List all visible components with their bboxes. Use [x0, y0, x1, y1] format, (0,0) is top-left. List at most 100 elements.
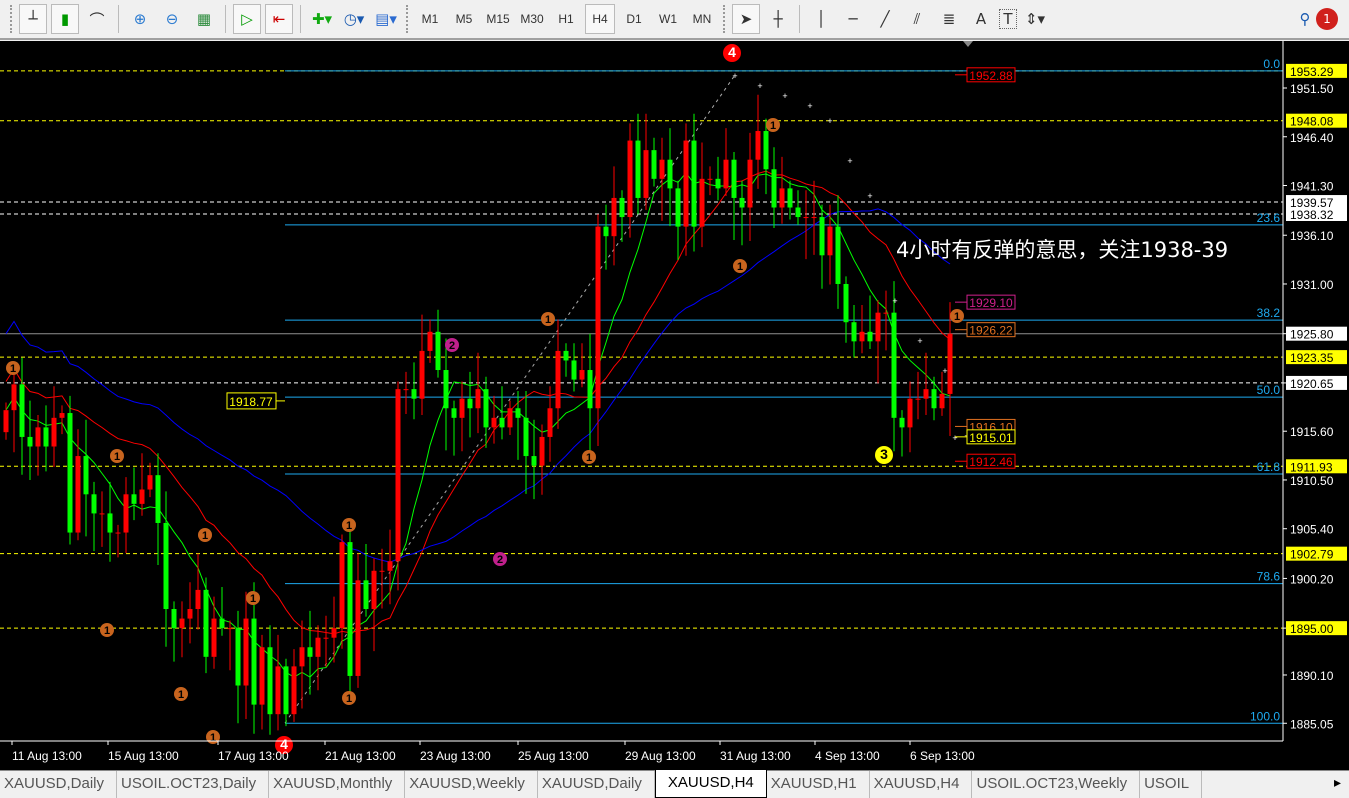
text-label-icon[interactable]: T — [999, 9, 1017, 29]
candle-bull — [395, 389, 401, 562]
candle-bear — [483, 389, 489, 428]
price-tag-label: 1952.88 — [969, 69, 1013, 83]
wave-label: 1 — [10, 363, 16, 375]
fib-mid-label: 1918.77 — [229, 395, 273, 409]
timeframe-m30[interactable]: M30 — [517, 4, 547, 34]
candle-bull — [299, 647, 305, 667]
vertical-line-icon[interactable]: │ — [807, 4, 835, 34]
candle-bull — [243, 618, 249, 686]
trendline-icon[interactable]: ╱ — [871, 4, 899, 34]
wave-label: 3 — [880, 446, 888, 462]
candle-bear — [67, 413, 73, 533]
timeframe-mn[interactable]: MN — [687, 4, 717, 34]
chart-tab[interactable]: XAUUSD,H4 — [654, 770, 767, 798]
candle-bull — [723, 159, 729, 189]
toolbar-grip[interactable] — [723, 5, 726, 33]
candle-bear — [731, 159, 737, 198]
candle-bull — [923, 389, 929, 399]
candle-bull — [915, 398, 921, 400]
equidistant-channel-icon[interactable]: ⫽ — [903, 4, 931, 34]
candle-bull — [355, 580, 361, 676]
price-tag-label: 1929.10 — [969, 296, 1013, 310]
chart-tab[interactable]: XAUUSD,Weekly — [405, 771, 538, 798]
toolbar-grip[interactable] — [10, 5, 13, 33]
candle-bull — [379, 570, 385, 572]
autoscroll-icon[interactable]: ▷ — [233, 4, 261, 34]
candle-bear — [27, 436, 33, 447]
zoom-out-icon[interactable]: ⊖ — [158, 4, 186, 34]
price-axis-tag-label: 1895.00 — [1290, 622, 1334, 636]
text-icon[interactable]: A — [967, 4, 995, 34]
chart-tabs: XAUUSD,Daily USOIL.OCT23,Daily XAUUSD,Mont… — [0, 770, 1349, 798]
timeframe-h4[interactable]: H4 — [585, 4, 615, 34]
wave-label: 2 — [497, 554, 503, 566]
templates-icon[interactable]: ▤▾ — [372, 4, 400, 34]
time-tick-label: 23 Aug 13:00 — [420, 749, 491, 763]
candle-bull — [427, 331, 433, 351]
candle-bear — [587, 370, 593, 409]
notification-badge[interactable]: 1 — [1316, 8, 1338, 30]
candle-bull — [51, 417, 57, 447]
clock-icon[interactable]: ◷▾ — [340, 4, 368, 34]
chart-shift-icon[interactable]: ⇤ — [265, 4, 293, 34]
candle-bear — [467, 398, 473, 409]
arrows-icon[interactable]: ⇕▾ — [1021, 4, 1049, 34]
cursor-icon[interactable]: ➤ — [732, 4, 760, 34]
fib-level-label: 0.0 — [1263, 57, 1280, 71]
chart-tab[interactable]: USOIL — [1140, 771, 1203, 798]
wave-label: 1 — [346, 520, 352, 532]
search-icon[interactable]: ⚲ — [1291, 4, 1319, 34]
candle-bull — [371, 570, 377, 610]
candle-bear — [763, 131, 769, 170]
chart-tab[interactable]: XAUUSD,Daily — [0, 771, 118, 798]
timeframe-h1[interactable]: H1 — [551, 4, 581, 34]
candle-bull — [947, 333, 953, 394]
candle-bull — [595, 226, 601, 409]
candle-bull — [811, 217, 817, 219]
fibonacci-icon[interactable]: ≣ — [935, 4, 963, 34]
new-order-icon[interactable]: ✚▾ — [308, 4, 336, 34]
crosshair-icon[interactable]: ┼ — [764, 4, 792, 34]
candle-bear — [563, 350, 569, 361]
sar-dot: + — [892, 296, 897, 306]
fib-level-label: 38.2 — [1257, 306, 1281, 320]
candle-bear — [131, 494, 137, 504]
time-tick-label: 11 Aug 13:00 — [12, 749, 82, 763]
price-tick-label: 1885.05 — [1290, 717, 1334, 731]
tabs-scroll-right-icon[interactable]: ▸ — [1326, 771, 1349, 798]
candle-bull — [403, 389, 409, 391]
zoom-in-icon[interactable]: ⊕ — [126, 4, 154, 34]
horizontal-line-icon[interactable]: ─ — [839, 4, 867, 34]
timeframe-m1[interactable]: M1 — [415, 4, 445, 34]
chart-tab[interactable]: USOIL.OCT23,Daily — [117, 771, 270, 798]
chart-tab[interactable]: XAUUSD,Monthly — [269, 771, 406, 798]
candle-bear — [867, 331, 873, 342]
chart-tab[interactable]: XAUUSD,H4 — [870, 771, 973, 798]
timeframe-m15[interactable]: M15 — [483, 4, 513, 34]
toolbar-grip[interactable] — [406, 5, 409, 33]
price-axis-tag-label: 1925.80 — [1290, 328, 1334, 342]
timeframe-w1[interactable]: W1 — [653, 4, 683, 34]
candlestick-icon[interactable]: ▮ — [51, 4, 79, 34]
chart-tab[interactable]: XAUUSD,Daily — [538, 771, 655, 798]
candle-bear — [235, 628, 241, 686]
candle-bull — [827, 226, 833, 256]
price-chart[interactable]: 0.0 23.6 38.2 50.0 61.8 78.6 100.0 1918.77 + + + + +… — [0, 41, 1349, 770]
line-chart-icon[interactable]: ⌒ — [83, 4, 111, 34]
chart-tab[interactable]: XAUUSD,H1 — [767, 771, 870, 798]
tile-windows-icon[interactable]: ▦ — [190, 4, 218, 34]
candle-bear — [851, 322, 857, 342]
candle-bull — [859, 331, 865, 342]
time-tick-label: 17 Aug 13:00 — [218, 749, 289, 763]
timeframe-d1[interactable]: D1 — [619, 4, 649, 34]
sar-dot: + — [827, 116, 832, 126]
wave-label: 1 — [545, 314, 551, 326]
bar-chart-icon[interactable]: ┴ — [19, 4, 47, 34]
candle-bull — [579, 370, 585, 380]
timeframe-m5[interactable]: M5 — [449, 4, 479, 34]
candle-bull — [907, 398, 913, 428]
candle-bear — [787, 188, 793, 208]
candle-bull — [291, 666, 297, 715]
chart-tab[interactable]: USOIL.OCT23,Weekly — [972, 771, 1141, 798]
candle-bull — [227, 628, 233, 630]
